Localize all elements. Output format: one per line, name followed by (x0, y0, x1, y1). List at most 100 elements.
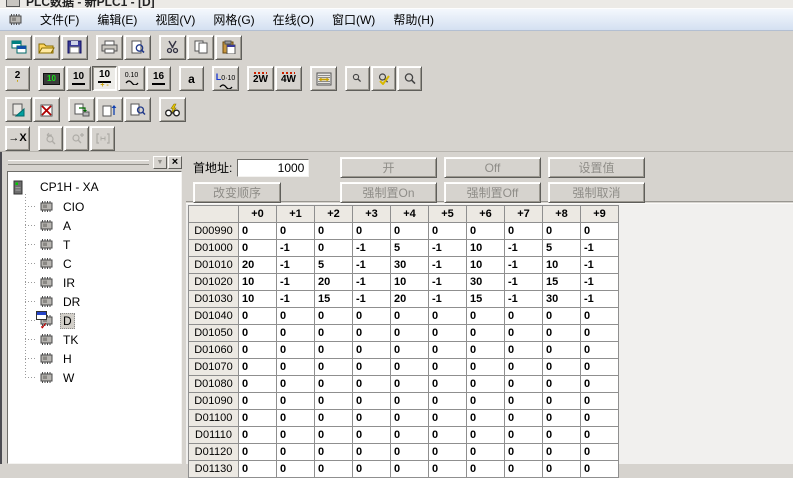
memory-cell[interactable]: 0 (429, 325, 467, 342)
zoom-in-button[interactable] (397, 66, 422, 91)
memory-cell[interactable]: -1 (277, 257, 315, 274)
memory-cell[interactable]: 0 (467, 308, 505, 325)
memory-cell[interactable]: 0 (277, 308, 315, 325)
memory-cell[interactable]: -1 (581, 240, 619, 257)
fill-data-button[interactable] (5, 97, 32, 122)
memory-cell[interactable]: 0 (467, 342, 505, 359)
monitor-previous-button[interactable] (38, 126, 63, 151)
memory-cell[interactable]: 0 (315, 461, 353, 478)
memory-cell[interactable]: -1 (277, 240, 315, 257)
memory-cell[interactable]: 0 (429, 308, 467, 325)
memory-cell[interactable]: -1 (581, 257, 619, 274)
memory-cell[interactable]: 0 (391, 223, 429, 240)
tree-item-TK[interactable]: TK (19, 330, 181, 349)
memory-cell[interactable]: 0 (353, 427, 391, 444)
copy-button[interactable] (187, 35, 214, 60)
memory-cell[interactable]: 0 (543, 444, 581, 461)
memory-cell[interactable]: 5 (391, 240, 429, 257)
menu-item[interactable]: 编辑(E) (88, 11, 146, 29)
memory-cell[interactable]: 0 (505, 393, 543, 410)
menu-item[interactable]: 网格(G) (204, 11, 263, 29)
clear-data-button[interactable] (33, 97, 60, 122)
memory-cell[interactable]: 0 (353, 376, 391, 393)
memory-cell[interactable]: 0 (391, 376, 429, 393)
memory-cell[interactable]: 0 (315, 393, 353, 410)
memory-cell[interactable]: 0 (315, 325, 353, 342)
memory-cell[interactable]: 10 (239, 291, 277, 308)
memory-cell[interactable]: 0 (277, 410, 315, 427)
memory-cell[interactable]: 0 (391, 393, 429, 410)
menu-item[interactable]: 视图(V) (146, 11, 204, 29)
memory-cell[interactable]: 0 (239, 325, 277, 342)
on-button[interactable]: 开 (340, 157, 437, 178)
memory-cell[interactable]: 0 (391, 461, 429, 478)
memory-cell[interactable]: 5 (543, 240, 581, 257)
menu-item[interactable]: 文件(F) (31, 11, 88, 29)
cascade-windows-button[interactable] (5, 35, 32, 60)
memory-cell[interactable]: 0 (239, 410, 277, 427)
memory-cell[interactable]: -1 (505, 240, 543, 257)
memory-cell[interactable]: 0 (467, 376, 505, 393)
memory-cell[interactable]: 0 (505, 342, 543, 359)
memory-cell[interactable]: -1 (429, 274, 467, 291)
transfer-to-plc-button[interactable] (68, 97, 95, 122)
memory-cell[interactable]: 0 (353, 410, 391, 427)
memory-cell[interactable]: 0 (315, 427, 353, 444)
memory-cell[interactable]: 0 (353, 444, 391, 461)
zoom-out-button[interactable] (345, 66, 370, 91)
memory-cell[interactable]: 0 (277, 444, 315, 461)
memory-cell[interactable]: 15 (315, 291, 353, 308)
menu-item[interactable]: 帮助(H) (384, 11, 443, 29)
tree-item-W[interactable]: W (19, 368, 181, 387)
memory-cell[interactable]: 10 (467, 257, 505, 274)
float-button[interactable]: 0.10 (118, 66, 145, 91)
memory-cell[interactable]: 0 (315, 444, 353, 461)
memory-cell[interactable]: 0 (239, 223, 277, 240)
memory-cell[interactable]: 0 (353, 393, 391, 410)
memory-cell[interactable]: 0 (391, 359, 429, 376)
tree-item-C[interactable]: C (19, 254, 181, 273)
memory-cell[interactable]: 20 (239, 257, 277, 274)
memory-cell[interactable]: 0 (277, 325, 315, 342)
monitor-add-button[interactable] (64, 126, 89, 151)
tree-item-T[interactable]: T (19, 235, 181, 254)
memory-cell[interactable]: -1 (505, 274, 543, 291)
print-button[interactable] (96, 35, 123, 60)
address-range-button[interactable] (90, 126, 115, 151)
memory-cell[interactable]: -1 (581, 274, 619, 291)
memory-cell[interactable]: 0 (353, 342, 391, 359)
memory-cell[interactable]: 15 (467, 291, 505, 308)
memory-cell[interactable]: 0 (429, 376, 467, 393)
memory-cell[interactable]: 0 (391, 410, 429, 427)
memory-cell[interactable]: 20 (391, 291, 429, 308)
zoom-reset-button[interactable] (371, 66, 396, 91)
memory-cell[interactable]: 5 (315, 257, 353, 274)
paste-button[interactable] (215, 35, 242, 60)
convert-address-button[interactable]: →X (5, 126, 30, 151)
memory-cell[interactable]: 0 (391, 308, 429, 325)
memory-cell[interactable]: 10 (239, 274, 277, 291)
memory-cell[interactable]: 0 (581, 325, 619, 342)
memory-cell[interactable]: 0 (239, 240, 277, 257)
memory-cell[interactable]: 0 (277, 461, 315, 478)
memory-cell[interactable]: -1 (353, 274, 391, 291)
memory-cell[interactable]: 10 (391, 274, 429, 291)
memory-cell[interactable]: 0 (543, 393, 581, 410)
dock-dropdown-button[interactable]: ▼ (153, 156, 167, 169)
memory-cell[interactable]: -1 (429, 291, 467, 308)
tree-item-DR[interactable]: DR (19, 292, 181, 311)
memory-cell[interactable]: 0 (239, 342, 277, 359)
memory-cell[interactable]: 0 (239, 359, 277, 376)
memory-cell[interactable]: 0 (391, 427, 429, 444)
memory-cell[interactable]: 0 (505, 444, 543, 461)
memory-cell[interactable]: 0 (543, 427, 581, 444)
dock-gripper[interactable] (8, 160, 149, 165)
memory-cell[interactable]: 0 (543, 359, 581, 376)
memory-cell[interactable]: 0 (543, 223, 581, 240)
memory-cell[interactable]: 0 (315, 240, 353, 257)
memory-cell[interactable]: 0 (543, 325, 581, 342)
menu-item[interactable]: 窗口(W) (323, 11, 384, 29)
bcd-button[interactable]: 10 (38, 66, 65, 91)
menu-item[interactable]: 在线(O) (264, 11, 323, 29)
memory-cell[interactable]: -1 (353, 240, 391, 257)
